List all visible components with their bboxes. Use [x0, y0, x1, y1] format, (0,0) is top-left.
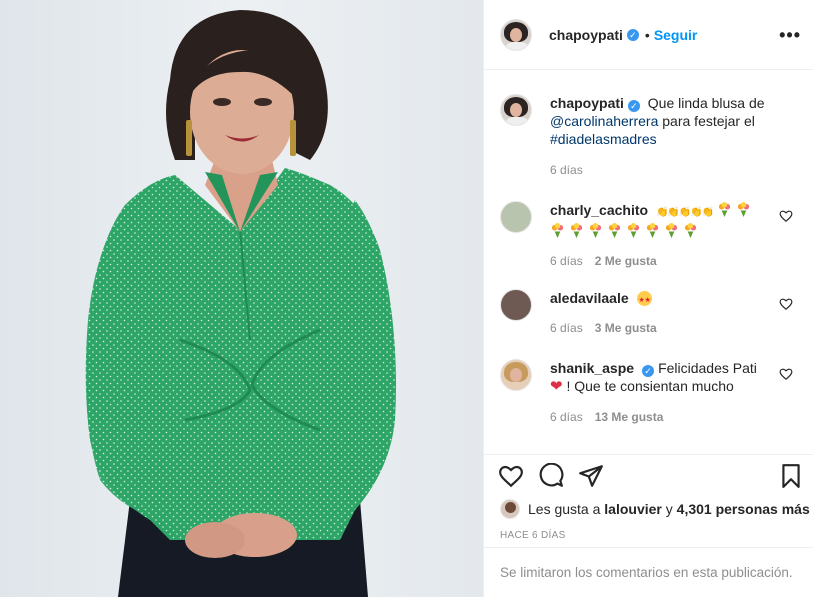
comment-username[interactable]: shanik_aspe — [550, 360, 634, 376]
comment-likes[interactable]: 3 Me gusta — [595, 321, 657, 335]
post-time-ago[interactable]: HACE 6 DÍAS — [500, 530, 566, 541]
post-photo[interactable] — [0, 0, 483, 597]
bouquet-icon — [718, 202, 731, 217]
caption-hashtag-link[interactable]: #diadelasmadres — [550, 131, 657, 147]
separator-dot: • — [644, 26, 650, 43]
bouquet-icon — [684, 223, 697, 238]
verified-badge-icon: ✓ — [626, 28, 639, 41]
comment-body: shanik_aspe ✓ Felicidades Pati ❤ ! Que te … — [550, 359, 770, 426]
likes-prefix: Les gusta a — [528, 501, 601, 517]
commenter-avatar[interactable] — [500, 359, 532, 391]
comment-like-heart-icon[interactable] — [779, 297, 793, 311]
bouquet-icon — [627, 223, 640, 238]
red-heart-emoji: ❤ — [550, 378, 563, 395]
comment-username[interactable]: charly_cachito — [550, 202, 648, 218]
comment-like-heart-icon[interactable] — [779, 367, 793, 381]
bouquet-icon — [551, 223, 564, 238]
comment-username[interactable]: aledavilaale — [550, 290, 629, 306]
comment-body: aledavilaale 6 días 3 Me gusta — [550, 289, 770, 337]
post-caption: chapoypati ✓ Que linda blusa de @carolina… — [500, 94, 800, 179]
author-avatar[interactable] — [500, 18, 532, 51]
comment-time[interactable]: 6 días — [550, 254, 583, 268]
save-bookmark-icon[interactable] — [778, 463, 804, 489]
bouquet-icon — [737, 202, 750, 217]
verified-badge-icon: ✓ — [627, 100, 640, 112]
post-header: chapoypati ✓ • Seguir ••• — [484, 0, 813, 70]
author-username[interactable]: chapoypati — [549, 27, 623, 43]
caption-time[interactable]: 6 días — [550, 163, 583, 177]
likes-joiner: y — [665, 501, 673, 517]
clapping-hands-emoji: 👏👏👏👏👏 — [655, 207, 714, 218]
comment-item: shanik_aspe ✓ Felicidades Pati ❤ ! Que te … — [500, 359, 800, 426]
instagram-post: chapoypati ✓ • Seguir ••• chapoypati ✓ Qu… — [0, 0, 813, 597]
more-options-icon[interactable]: ••• — [779, 25, 801, 46]
bouquet-icon — [646, 223, 659, 238]
post-actions: Les gusta a lalouvier y 4,301 personas m… — [484, 454, 813, 554]
share-send-icon[interactable] — [578, 463, 604, 489]
caption-text: chapoypati ✓ Que linda blusa de @carolina… — [550, 94, 770, 179]
comment-item: charly_cachito 👏👏👏👏👏 6 días 2 Me gusta — [500, 201, 800, 270]
post-side-panel: chapoypati ✓ • Seguir ••• chapoypati ✓ Qu… — [483, 0, 813, 597]
comment-text-part1: Felicidades Pati — [658, 360, 757, 376]
commenter-avatar[interactable] — [500, 201, 532, 233]
likes-count[interactable]: 4,301 personas más — [677, 501, 810, 517]
star-struck-emoji — [636, 291, 652, 310]
comment-likes[interactable]: 13 Me gusta — [595, 410, 664, 424]
comment-body: charly_cachito 👏👏👏👏👏 6 días 2 Me gusta — [550, 201, 770, 270]
likes-summary: Les gusta a lalouvier y 4,301 personas m… — [500, 499, 810, 519]
bouquet-icon — [570, 223, 583, 238]
bouquet-icon — [665, 223, 678, 238]
comment-likes[interactable]: 2 Me gusta — [595, 254, 657, 268]
comment-time[interactable]: 6 días — [550, 321, 583, 335]
comments-disabled-notice: Se limitaron los comentarios en esta pub… — [484, 547, 813, 597]
verified-badge-icon: ✓ — [642, 365, 655, 377]
bouquet-icon — [589, 223, 602, 238]
comment-like-heart-icon[interactable] — [779, 209, 793, 223]
liker-avatar[interactable] — [500, 499, 520, 519]
caption-text-part2: para festejar el — [662, 113, 755, 129]
follow-button[interactable]: Seguir — [654, 27, 698, 43]
like-heart-icon[interactable] — [498, 463, 524, 489]
comment-time[interactable]: 6 días — [550, 410, 583, 424]
bouquet-icon — [608, 223, 621, 238]
commenter-avatar[interactable] — [500, 289, 532, 321]
caption-username[interactable]: chapoypati — [550, 95, 624, 111]
caption-mention-link[interactable]: @carolinaherrera — [550, 113, 658, 129]
liker-username[interactable]: lalouvier — [604, 501, 662, 517]
woman-portrait-image — [0, 0, 483, 597]
comment-text-part2: ! Que te consientan mucho — [566, 378, 734, 394]
caption-text-part1: Que linda blusa de — [647, 95, 765, 111]
comment-bubble-icon[interactable] — [538, 463, 564, 489]
comment-item: aledavilaale 6 días 3 Me gusta — [500, 289, 800, 337]
caption-avatar[interactable] — [500, 94, 532, 126]
